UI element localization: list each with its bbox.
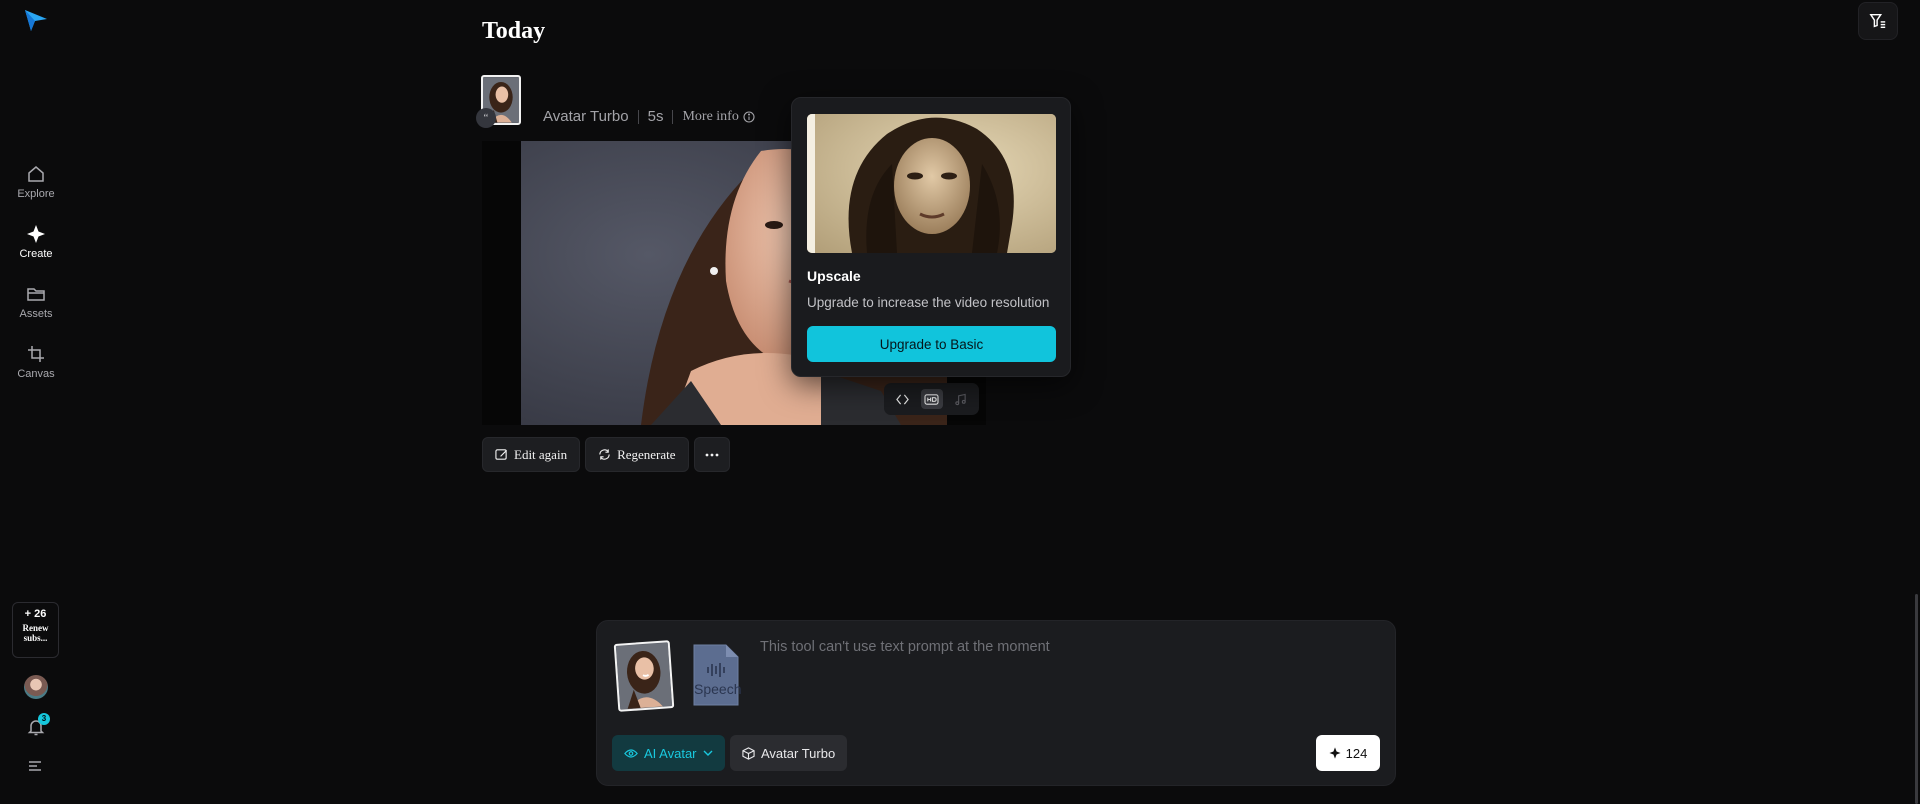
prompt-composer: Speech This tool can't use text prompt a… [596,620,1396,786]
chevron-down-icon [703,750,713,756]
more-icon [705,453,718,456]
more-options-button[interactable] [693,437,730,472]
cube-icon [742,746,755,760]
item-meta: Avatar Turbo 5s More info [543,108,755,125]
sparkle-icon [1329,747,1341,759]
audio-icon[interactable] [950,389,972,409]
action-row: Edit again Regenerate [482,437,730,472]
credits-count: + 26 [24,608,47,620]
scrollbar[interactable] [1915,594,1918,804]
more-info-label: More info [682,108,739,124]
regenerate-label: Regenerate [617,446,676,462]
refresh-icon [599,449,610,460]
upscale-hd-icon[interactable] [920,389,943,409]
popover-description: Upgrade to increase the video resolution [807,295,1050,310]
notification-badge: 3 [38,713,50,725]
app-logo-icon[interactable] [22,6,50,34]
regenerate-button[interactable]: Regenerate [585,437,689,472]
prompt-input[interactable]: This tool can't use text prompt at the m… [760,639,1050,655]
mode-label: AI Avatar [644,745,697,761]
sidebar-item-label: Canvas [17,368,55,380]
sidebar-item-label: Create [19,248,53,260]
filter-button[interactable] [1858,2,1898,40]
info-icon [743,110,755,123]
folder-icon [27,288,45,301]
model-name: Avatar Turbo [543,108,629,125]
sparkle-icon [27,225,45,243]
generate-credits: 124 [1345,745,1368,761]
duration: 5s [647,108,664,125]
eye-icon [624,748,638,758]
model-selector[interactable]: Avatar Turbo [730,735,848,771]
edit-again-button[interactable]: Edit again [482,437,581,472]
user-avatar[interactable] [24,675,48,699]
model-label: Avatar Turbo [761,745,836,761]
sidebar-item-create[interactable]: Create [0,224,72,270]
compare-icon[interactable] [891,389,913,409]
divider [637,109,639,124]
sidebar-item-explore[interactable]: Explore [0,164,72,210]
speech-audio-file[interactable]: Speech [690,641,742,709]
edit-icon [495,449,508,460]
crop-icon [28,346,44,362]
filter-icon [1869,13,1886,29]
upgrade-button[interactable]: Upgrade to Basic [807,326,1056,362]
renew-label: Renew subs... [22,623,49,643]
more-info-link[interactable]: More info [682,108,755,125]
edit-again-label: Edit again [514,446,568,462]
upscale-preview-image [807,114,1056,253]
video-tools [884,383,979,415]
popover-title: Upscale [807,268,861,284]
sidebar: Explore Create Assets Canvas + 26 Renew … [0,0,72,804]
renew-subscription-button[interactable]: + 26 Renew subs... [12,602,59,658]
mode-selector[interactable]: AI Avatar [612,735,725,771]
upscale-popover: Upscale Upgrade to increase the video re… [791,97,1071,377]
home-icon [28,166,44,182]
sidebar-item-label: Explore [17,188,55,200]
menu-icon[interactable] [27,758,43,774]
sidebar-item-canvas[interactable]: Canvas [0,344,72,390]
generate-button[interactable]: 124 [1316,735,1380,771]
page-title: Today [482,18,546,44]
sidebar-item-assets[interactable]: Assets [0,284,72,330]
sidebar-item-label: Assets [19,308,53,320]
composer-avatar-thumbnail[interactable] [613,640,675,712]
quote-icon: “ [476,108,496,128]
speech-label: Speech [694,681,742,697]
divider [672,109,674,124]
